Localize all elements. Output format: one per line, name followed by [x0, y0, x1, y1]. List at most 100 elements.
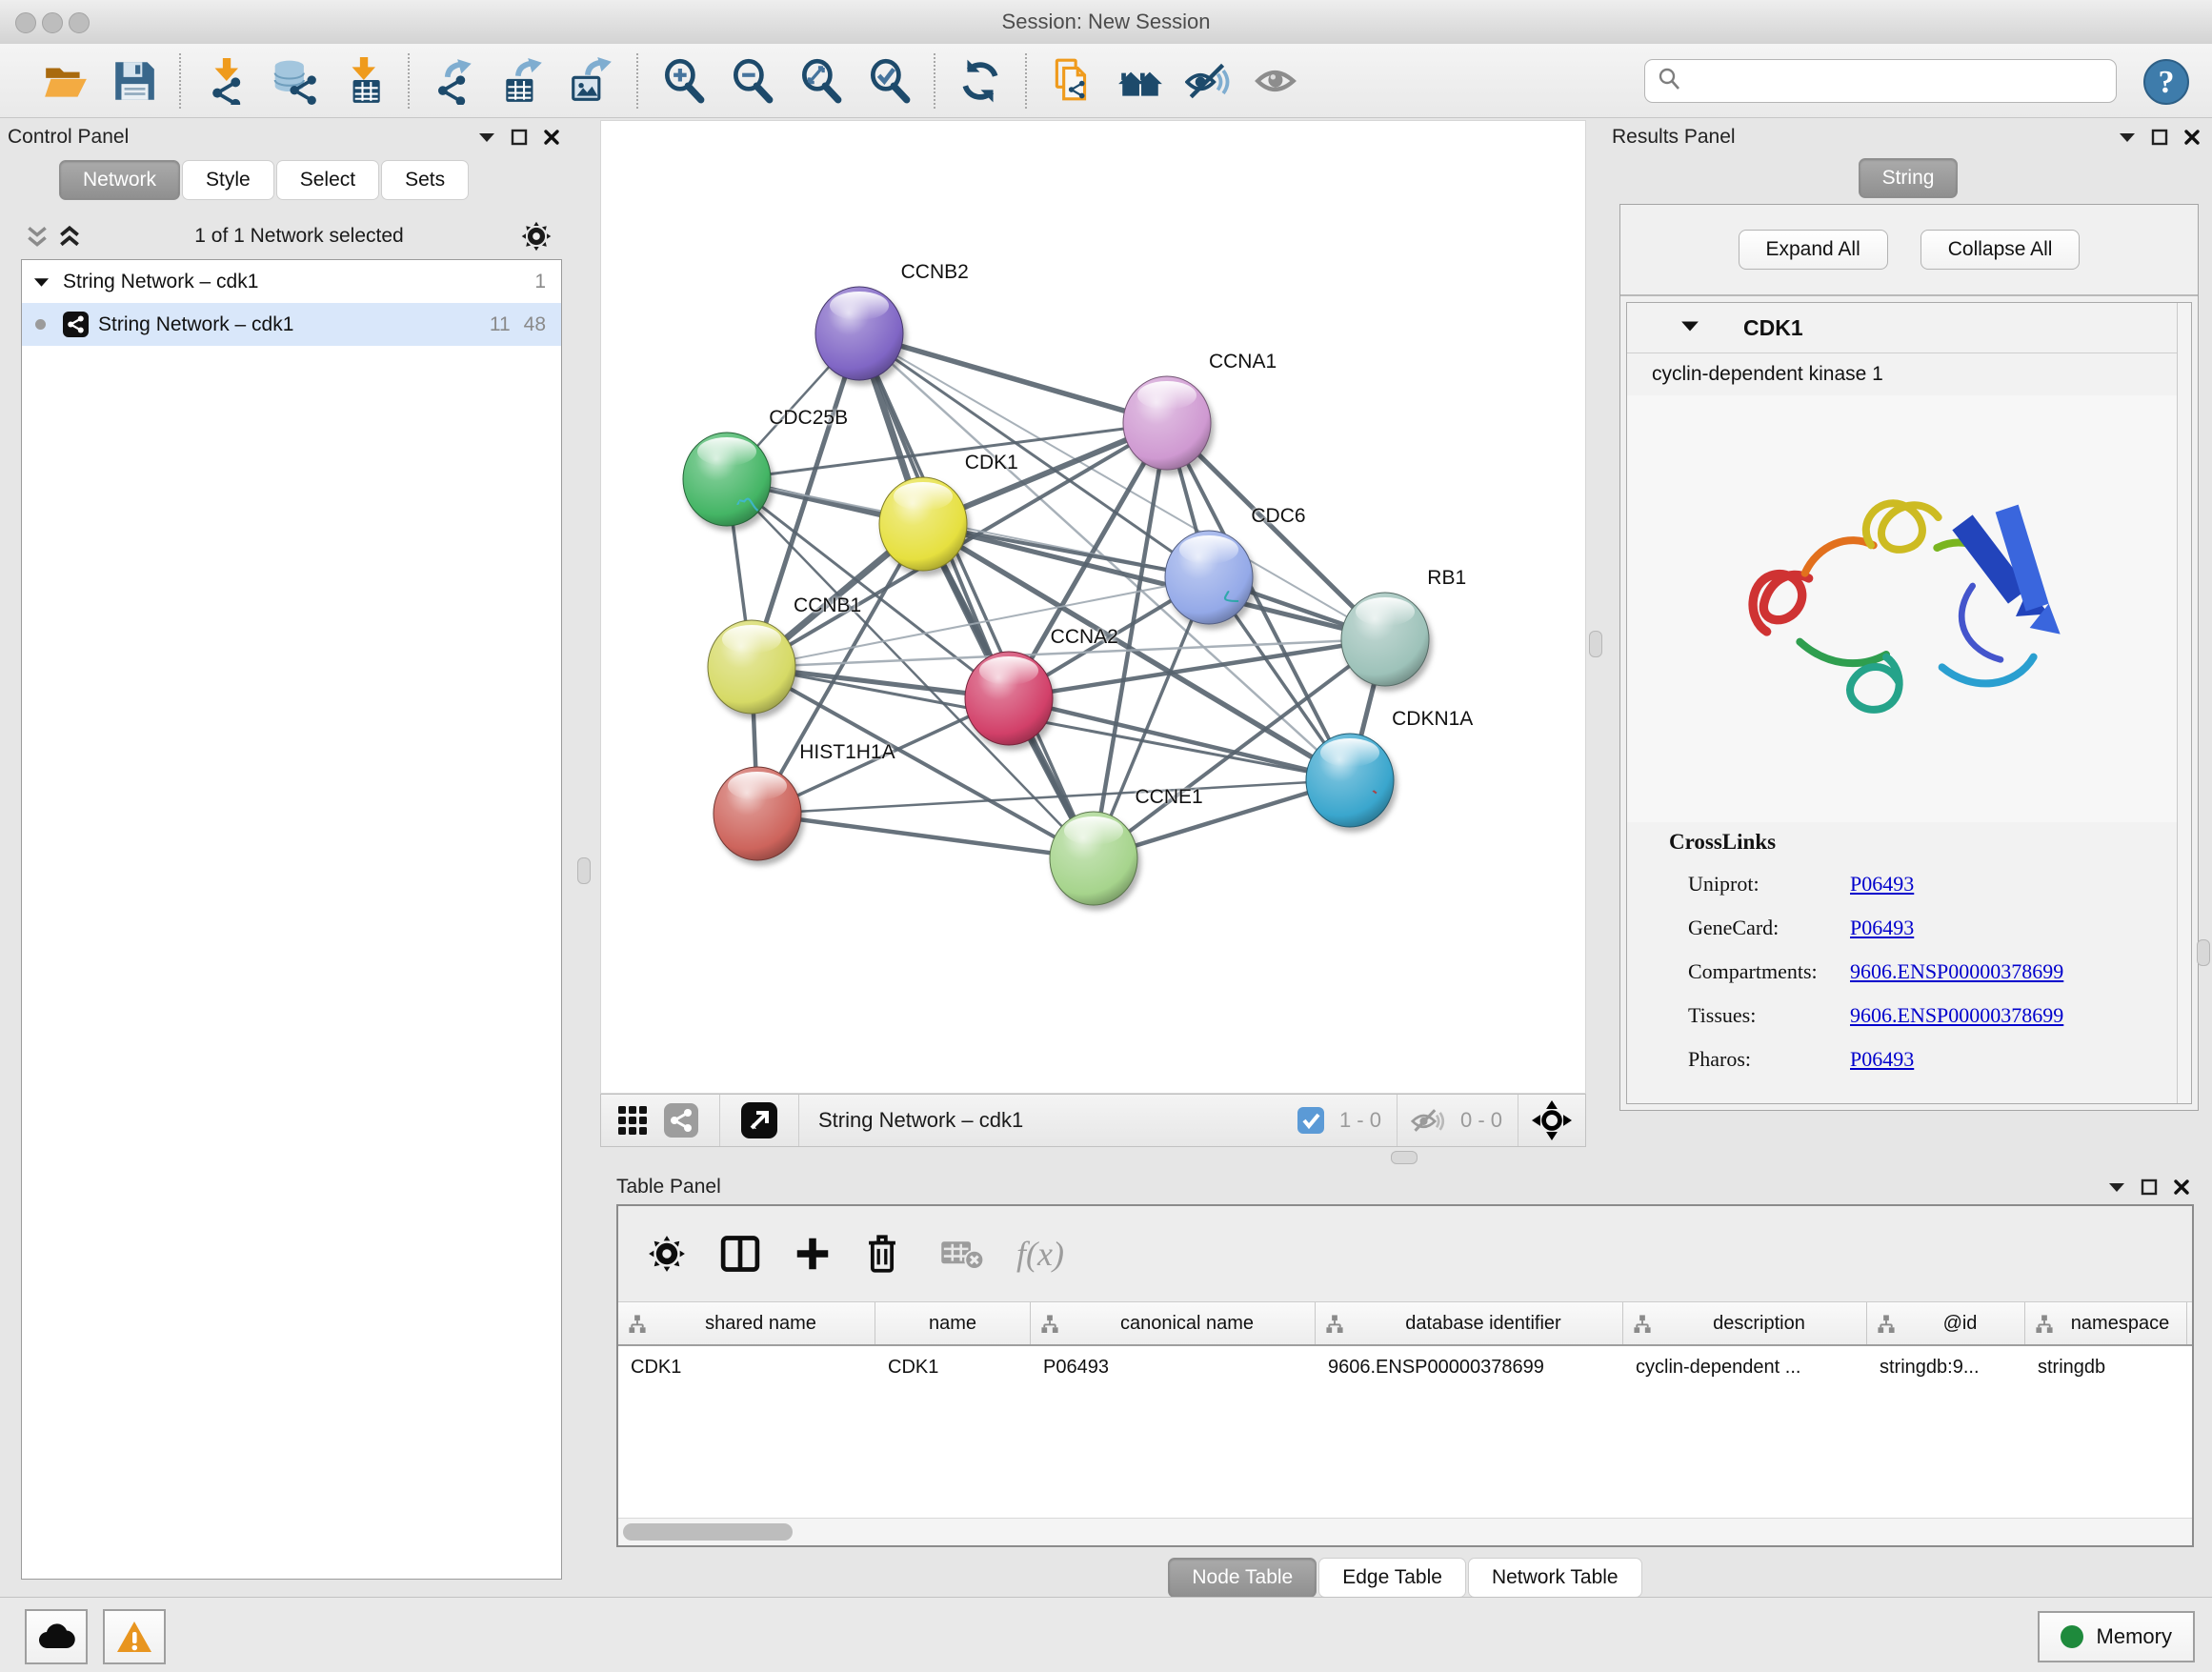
collapse-all-icon[interactable] — [21, 224, 53, 249]
zoom-selected-button[interactable] — [863, 55, 915, 107]
grid-view-icon[interactable] — [601, 1104, 656, 1137]
table-cell[interactable]: 9606.ENSP00000378699 — [1316, 1346, 1623, 1388]
table-cell[interactable]: P06493 — [1031, 1346, 1316, 1388]
network-options-gear-icon[interactable] — [513, 220, 560, 252]
tab-select[interactable]: Select — [276, 160, 379, 200]
network-tree-row[interactable]: String Network – cdk11 — [22, 260, 561, 303]
splitter-handle-right[interactable] — [1589, 631, 1602, 657]
export-table-button[interactable] — [497, 55, 549, 107]
network-node-cdk1[interactable] — [878, 476, 968, 576]
table-horizontal-scrollbar[interactable] — [618, 1518, 2192, 1545]
delete-column-trash-icon[interactable] — [864, 1233, 900, 1275]
network-node-rb1[interactable] — [1340, 592, 1430, 692]
results-panel-close-icon[interactable] — [2183, 129, 2201, 146]
expand-all-icon[interactable] — [53, 224, 86, 249]
tab-network-table[interactable]: Network Table — [1468, 1558, 1642, 1598]
network-node-ccna2[interactable] — [964, 651, 1054, 751]
table-panel-menu-caret-icon[interactable] — [2108, 1181, 2125, 1193]
tab-style[interactable]: Style — [182, 160, 274, 200]
zoom-fit-button[interactable] — [794, 55, 846, 107]
export-network-button[interactable] — [429, 55, 480, 107]
cloud-button[interactable] — [25, 1609, 88, 1664]
table-panel-float-icon[interactable] — [2141, 1178, 2158, 1196]
tab-edge-table[interactable]: Edge Table — [1318, 1558, 1466, 1598]
control-panel-float-icon[interactable] — [511, 129, 528, 146]
table-row[interactable]: CDK1CDK1P064939606.ENSP00000378699cyclin… — [618, 1346, 2192, 1388]
network-node-ccnb2[interactable] — [814, 286, 904, 386]
table-cell[interactable]: CDK1 — [875, 1346, 1031, 1388]
crosslink-link[interactable]: 9606.ENSP00000378699 — [1850, 1003, 2063, 1028]
table-cell[interactable]: CDK1 — [618, 1346, 875, 1388]
table-panel: Table Panel f(x) shared namenamecanonica… — [616, 1170, 2196, 1597]
hide-selected-eye-button[interactable] — [1183, 55, 1235, 107]
column-header--id[interactable]: @id — [1867, 1302, 2025, 1344]
refresh-layout-button[interactable] — [955, 55, 1006, 107]
network-node-cdc6[interactable] — [1164, 530, 1254, 630]
hidden-eye-icon[interactable] — [1403, 1106, 1453, 1135]
table-cell[interactable]: stringdb — [2025, 1346, 2187, 1388]
column-header-shared-name[interactable]: shared name — [618, 1302, 875, 1344]
table-cell[interactable]: cyclin-dependent ... — [1623, 1346, 1867, 1388]
column-header-namespace[interactable]: namespace — [2025, 1302, 2187, 1344]
tab-network[interactable]: Network — [59, 160, 180, 200]
tab-string[interactable]: String — [1859, 158, 1959, 198]
tab-sets[interactable]: Sets — [381, 160, 469, 200]
memory-button[interactable]: Memory — [2038, 1611, 2195, 1662]
birdseye-view-icon[interactable] — [734, 1102, 785, 1138]
show-column-icon[interactable] — [719, 1234, 761, 1274]
table-cell[interactable]: stringdb:9... — [1867, 1346, 2025, 1388]
crosslink-link[interactable]: P06493 — [1850, 916, 1914, 940]
network-node-cdc25b[interactable] — [682, 432, 772, 532]
crosslink-link[interactable]: P06493 — [1850, 1047, 1914, 1072]
splitter-handle-horizontal[interactable] — [1391, 1151, 1418, 1164]
network-title: String Network – cdk1 — [813, 1108, 1290, 1133]
tab-node-table[interactable]: Node Table — [1168, 1558, 1317, 1598]
import-network-database-button[interactable] — [269, 55, 320, 107]
import-network-file-button[interactable] — [200, 55, 251, 107]
create-column-plus-icon[interactable] — [794, 1235, 832, 1273]
network-tree-row[interactable]: String Network – cdk11148 — [22, 303, 561, 346]
table-settings-gear-icon[interactable] — [647, 1234, 687, 1274]
network-canvas[interactable]: CCNB2 CCNA1 — [600, 120, 1586, 1094]
crosslink-link[interactable]: P06493 — [1850, 872, 1914, 896]
splitter-handle-left[interactable] — [577, 857, 591, 884]
import-network-database-icon — [271, 57, 318, 105]
column-header-canonical-name[interactable]: canonical name — [1031, 1302, 1316, 1344]
column-header-database-identifier[interactable]: database identifier — [1316, 1302, 1623, 1344]
collapse-all-button[interactable]: Collapse All — [1920, 230, 2081, 270]
zoom-in-button[interactable] — [657, 55, 709, 107]
copy-style-button[interactable] — [1046, 55, 1097, 107]
open-session-button[interactable] — [40, 55, 91, 107]
control-panel-menu-caret-icon[interactable] — [478, 131, 495, 143]
import-table-file-button[interactable] — [337, 55, 389, 107]
warnings-button[interactable] — [103, 1609, 166, 1664]
column-header-name[interactable]: name — [875, 1302, 1031, 1344]
crosslink-link[interactable]: 9606.ENSP00000378699 — [1850, 959, 2063, 984]
results-scrollbar[interactable] — [2177, 303, 2191, 1103]
splitter-handle-edge[interactable] — [2197, 939, 2210, 966]
gene-collapse-caret-icon[interactable] — [1680, 319, 1699, 337]
network-share-icon[interactable] — [656, 1103, 706, 1138]
expand-all-button[interactable]: Expand All — [1739, 230, 1888, 270]
selected-checkbox-icon[interactable] — [1290, 1107, 1332, 1134]
fit-content-crosshair-icon[interactable] — [1524, 1100, 1585, 1140]
network-node-cdkn1a[interactable] — [1305, 733, 1395, 833]
table-panel-close-icon[interactable] — [2173, 1178, 2190, 1196]
network-node-ccna1[interactable] — [1122, 375, 1212, 475]
control-panel-close-icon[interactable] — [543, 129, 560, 146]
export-image-button[interactable] — [566, 55, 617, 107]
results-panel-float-icon[interactable] — [2151, 129, 2168, 146]
zoom-out-button[interactable] — [726, 55, 777, 107]
network-node-hist1h1a[interactable] — [713, 766, 802, 866]
export-network-icon — [431, 57, 478, 105]
search-input[interactable] — [1681, 70, 2116, 93]
scrollbar-thumb[interactable] — [623, 1523, 793, 1541]
help-button[interactable]: ? — [2142, 57, 2191, 107]
home-network-button[interactable] — [1115, 55, 1166, 107]
network-node-ccnb1[interactable] — [707, 619, 796, 719]
show-all-eye-button[interactable] — [1252, 55, 1303, 107]
results-panel-menu-caret-icon[interactable] — [2119, 131, 2136, 143]
save-session-button[interactable] — [109, 55, 160, 107]
column-header-description[interactable]: description — [1623, 1302, 1867, 1344]
network-node-ccne1[interactable] — [1049, 811, 1138, 911]
